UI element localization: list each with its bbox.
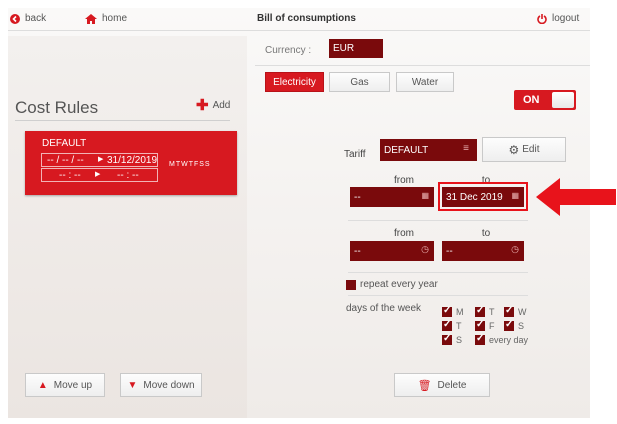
repeat-divider — [348, 295, 528, 296]
date-from-field[interactable]: -- ▦ — [350, 187, 434, 207]
top-bar: back home Bill of consumptions logout — [8, 8, 590, 30]
date-from-value: -- — [354, 191, 361, 203]
callout-arrow-icon — [536, 178, 616, 216]
tab-gas[interactable]: Gas — [329, 72, 390, 92]
plus-icon: ✚ — [196, 96, 209, 114]
triangle-up-icon: ▲ — [37, 379, 48, 391]
time-to-value: -- — [446, 245, 453, 257]
time-divider — [348, 272, 528, 273]
trash-icon: 🗑 — [417, 379, 432, 392]
day-checkbox-saturday[interactable] — [504, 319, 514, 331]
triangle-down-icon: ▼ — [127, 379, 138, 391]
clock-icon: ◷ — [421, 244, 429, 254]
day-checkbox-friday[interactable] — [475, 319, 485, 331]
tab-water-label: Water — [411, 76, 439, 88]
home-label: home — [102, 13, 128, 24]
tab-gas-label: Gas — [350, 76, 369, 88]
date-to-value: 31 Dec 2019 — [446, 191, 503, 203]
repeat-label: repeat every year — [360, 279, 438, 290]
day-label-monday: M — [456, 307, 464, 317]
currency-label: Currency : — [265, 45, 312, 56]
time-from-field[interactable]: -- ◷ — [350, 241, 434, 261]
tab-electricity[interactable]: Electricity — [265, 72, 324, 92]
tariff-label: Tariff — [344, 149, 366, 160]
clock-icon: ◷ — [511, 244, 519, 254]
tab-water[interactable]: Water — [396, 72, 454, 92]
currency-select[interactable]: EUR — [329, 39, 383, 58]
day-checkbox-thursday[interactable] — [442, 319, 452, 331]
delete-button[interactable]: 🗑 Delete — [394, 373, 490, 397]
day-checkbox-sunday[interactable] — [442, 333, 452, 345]
toggle-knob — [552, 92, 574, 108]
day-label-friday: F — [489, 321, 495, 331]
cost-rules-title: Cost Rules — [15, 98, 99, 117]
every-day-label: every day — [489, 335, 529, 345]
rule-card-default[interactable]: DEFAULT -- / -- / -- ▶ 31/12/2019 -- : -… — [25, 131, 237, 195]
day-checkbox-tuesday[interactable] — [475, 305, 485, 317]
page-title: Bill of consumptions — [257, 13, 356, 24]
calendar-icon: ▦ — [511, 191, 519, 200]
toggle-label: ON — [523, 94, 540, 106]
rule-date-to: 31/12/2019 — [107, 155, 158, 166]
date-to-field[interactable]: 31 Dec 2019 ▦ — [442, 187, 524, 207]
day-label-tuesday: T — [489, 307, 495, 317]
app-window: back home Bill of consumptions logout Co… — [8, 8, 590, 418]
list-icon: ≡ — [463, 143, 469, 154]
day-checkbox-monday[interactable] — [442, 305, 452, 317]
move-down-label: Move down — [143, 379, 195, 391]
date-divider — [348, 220, 528, 221]
rule-time-from: -- : -- — [59, 170, 81, 181]
calendar-icon: ▦ — [421, 191, 429, 200]
power-icon — [537, 13, 547, 24]
day-label-thursday: T — [456, 321, 462, 331]
move-up-button[interactable]: ▲ Move up — [25, 373, 105, 397]
delete-label: Delete — [437, 379, 467, 391]
days-of-week-label: days of the week — [346, 303, 422, 314]
day-checkbox-wednesday[interactable] — [504, 305, 514, 317]
rule-name: DEFAULT — [42, 138, 87, 149]
tariff-value: DEFAULT — [384, 144, 429, 156]
back-icon — [10, 13, 20, 24]
every-day-checkbox[interactable] — [475, 333, 485, 345]
move-down-button[interactable]: ▼ Move down — [120, 373, 202, 397]
on-off-toggle[interactable]: ON — [514, 90, 576, 110]
rule-time-range: -- : -- ▶ -- : -- — [41, 168, 158, 182]
logout-link[interactable]: logout — [537, 13, 579, 24]
home-link[interactable]: home — [85, 13, 127, 24]
rule-date-range: -- / -- / -- ▶ 31/12/2019 — [41, 153, 158, 167]
time-from-value: -- — [354, 245, 361, 257]
add-label: Add — [212, 100, 231, 111]
rule-date-from: -- / -- / -- — [47, 155, 84, 166]
rule-time-to: -- : -- — [117, 170, 139, 181]
day-label-sunday: S — [456, 335, 463, 345]
arrow-right-icon: ▶ — [95, 171, 101, 178]
time-to-label: to — [481, 228, 491, 239]
day-label-saturday: S — [518, 321, 525, 331]
gear-icon: ⚙ — [508, 142, 520, 157]
tariff-select[interactable]: DEFAULT ≡ — [380, 139, 477, 161]
add-rule-button[interactable]: ✚ Add — [196, 96, 231, 114]
logout-label: logout — [552, 13, 580, 24]
time-to-field[interactable]: -- ◷ — [442, 241, 524, 261]
day-label-wednesday: W — [518, 307, 527, 317]
rule-days: MTWTFSS — [169, 161, 211, 168]
arrow-right-icon: ▶ — [98, 156, 104, 163]
cost-rules-divider — [15, 120, 230, 121]
repeat-checkbox[interactable] — [346, 280, 356, 290]
edit-label: Edit — [522, 144, 540, 155]
move-up-label: Move up — [53, 379, 93, 391]
home-icon — [85, 13, 97, 24]
time-from-label: from — [394, 228, 414, 239]
cost-rules-panel: Cost Rules ✚ Add DEFAULT -- / -- / -- ▶ … — [8, 36, 247, 418]
currency-divider — [255, 65, 590, 66]
back-label: back — [25, 13, 47, 24]
edit-tariff-button[interactable]: ⚙ Edit — [482, 137, 566, 162]
top-divider — [8, 30, 590, 31]
date-from-label: from — [394, 175, 414, 186]
tab-electricity-label: Electricity — [273, 76, 316, 88]
back-link[interactable]: back — [10, 13, 46, 24]
